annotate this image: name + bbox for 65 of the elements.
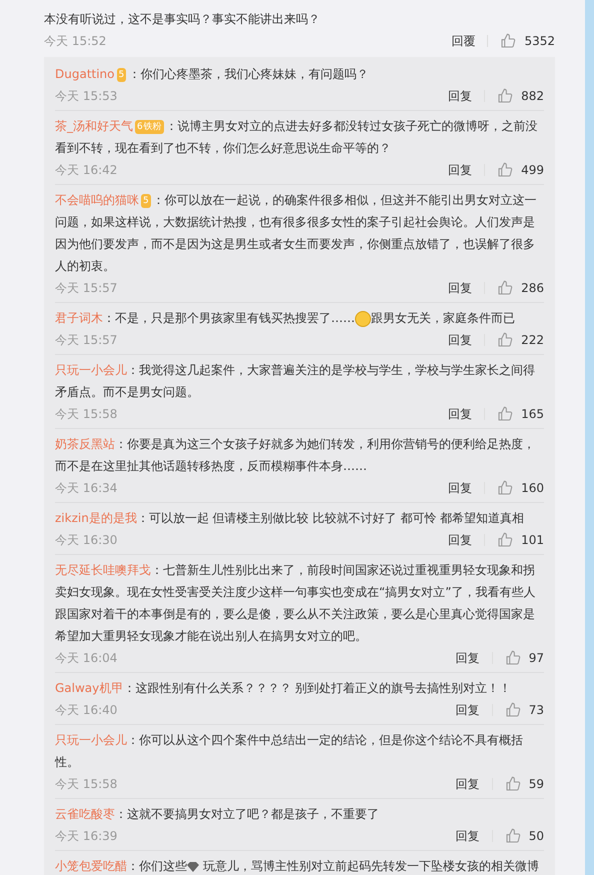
like-count: 499 (521, 162, 544, 179)
thumbs-up-icon (497, 88, 514, 104)
thumbs-up-icon (504, 776, 521, 792)
reply-link[interactable]: 回复 (456, 704, 493, 716)
like-count: 97 (528, 650, 544, 667)
reply-link[interactable]: 回复 (448, 334, 486, 346)
reply-link[interactable]: 回复 (448, 282, 486, 294)
like-count: 73 (528, 702, 544, 719)
like-count: 50 (528, 828, 544, 845)
reply-link[interactable]: 回复 (448, 482, 486, 494)
reply-link[interactable]: 回复 (448, 534, 486, 546)
reply-text: 只玩一小会儿：我觉得这几起案件，大家普遍关注的是学校与学生，学校与学生家长之间得矛盾点。而不是男女问题。 (55, 362, 536, 401)
thumbs-up-icon (497, 332, 514, 348)
reply-link[interactable]: 回复 (456, 778, 493, 790)
comment-time: 今天 16:30 (55, 532, 118, 549)
comment-time: 今天 15:52 (44, 33, 106, 50)
reply-text: 君子词木：不是，只是那个男孩家里有钱买热搜罢了…… 跟男女无关，家庭条件而已 (55, 310, 516, 329)
like-count: 286 (521, 280, 544, 297)
reply-text: 奶茶反黑站：你要是真为这三个女孩子好就多为她们转发，利用你营销号的便利给足热度，而不是在这里扯其他话题转移热度，反而模糊事件本身…… (55, 436, 536, 475)
level-badge: 6铁粉 (135, 120, 164, 134)
reply-text: 云雀吃酸枣：这就不要搞男女对立了吧？都是孩子，不重要了 (55, 806, 380, 823)
like-count: 59 (528, 776, 544, 793)
reply-link[interactable]: 回复 (456, 652, 493, 664)
thumbs-up-icon (497, 280, 514, 296)
reply-link[interactable]: 回复 (448, 90, 486, 102)
thumbs-up-icon (497, 480, 514, 496)
thumbs-up-icon (497, 406, 514, 422)
comment-time: 今天 16:34 (55, 480, 118, 497)
level-badge: 5 (116, 68, 126, 82)
reply-text: zikzin是的是我：可以放一起 但请楼主别做比较 比较就不讨好了 都可怜 都希望知道真相 (55, 510, 526, 527)
thumbs-up-icon (504, 828, 521, 844)
like-count: 160 (521, 480, 544, 497)
comment-time: 今天 15:58 (55, 406, 118, 423)
comment-time: 今天 16:42 (55, 162, 118, 179)
like-count: 222 (521, 332, 544, 349)
like-count: 882 (521, 88, 544, 105)
like-count: 5352 (524, 33, 555, 50)
reply-text: Galway机甲：这跟性别有什么关系？？？？ 别到处打着正义的旗号去搞性别对立！！ (55, 680, 512, 697)
thumbs-up-icon (500, 33, 516, 49)
reply-text: 只玩一小会儿：你可以从这个四个案件中总结出一定的结论，但是你这个结论不具有概括性。 (55, 732, 524, 771)
reply-text: Dugattino 5 ：你们心疼墨茶，我们心疼妹妹，有问题吗？ (55, 66, 370, 84)
reply-link[interactable]: 回复 (448, 164, 486, 176)
like-count: 101 (521, 532, 544, 549)
reply-link[interactable]: 回覆 (451, 35, 488, 47)
reply-text: 不会喵呜的猫咪 5 ：你可以放在一起说，的确案件很多相似，但这并不能引出男女对立这一问题，如果这样说，大数据统计热搜，也有很多很多女性的案子引起社会舆论。人们发声是因为他们要发声，而不是因为这是男生或者女生而要发声，你侧重点放错了，也误解了很多人的初衷。 (55, 192, 538, 275)
like-count: 165 (521, 406, 544, 423)
thumbs-up-icon (497, 532, 514, 548)
reply-text: 茶_汤和好天气 6铁粉 ：说博主男女对立的点进去好多都没转过女孩子死亡的微博呀，之前没看到不转，现在看到了也不转，你们怎么好意思说生命平等的？ (55, 118, 539, 157)
comment-time: 今天 16:40 (55, 702, 118, 719)
level-badge: 5 (141, 194, 151, 208)
comment-text: 本没有听说过，这不是事实吗？事实不能讲出来吗？ (44, 11, 321, 28)
diamond-icon (187, 862, 199, 872)
comment-time: 今天 16:04 (55, 650, 118, 667)
comment-time: 今天 15:57 (55, 332, 118, 349)
thumbs-up-icon (497, 162, 514, 178)
comment-time: 今天 15:53 (55, 88, 118, 105)
thumbs-up-icon (504, 702, 521, 718)
reply-link[interactable]: 回复 (448, 408, 486, 420)
comment-time: 今天 15:57 (55, 280, 118, 297)
reply-text: 小笼包爱吃醋：你们这些 玩意儿，骂博主性别对立前起码先转发一下坠楼女孩的相关微博 (55, 858, 540, 875)
thumbs-up-icon (504, 650, 521, 666)
comment-time: 今天 15:58 (55, 776, 118, 793)
reply-link[interactable]: 回复 (456, 830, 493, 842)
comment-time: 今天 16:39 (55, 828, 118, 845)
reply-text: 无尽延长哇噢拜戈：七普新生儿性别比出来了，前段时间国家还说过重视重男轻女现象和拐卖妇女现象。现在女性受害受关注度少这样一句事实也变成在“搞男女对立”了，我看有些人跟国家对着干的本事倒是有的，要么是傻，要么从不关注政策，要么是心里真心觉得国家是希望加大重男轻女现象才能在说出别人在搞男女对立的吧。 (55, 562, 536, 645)
